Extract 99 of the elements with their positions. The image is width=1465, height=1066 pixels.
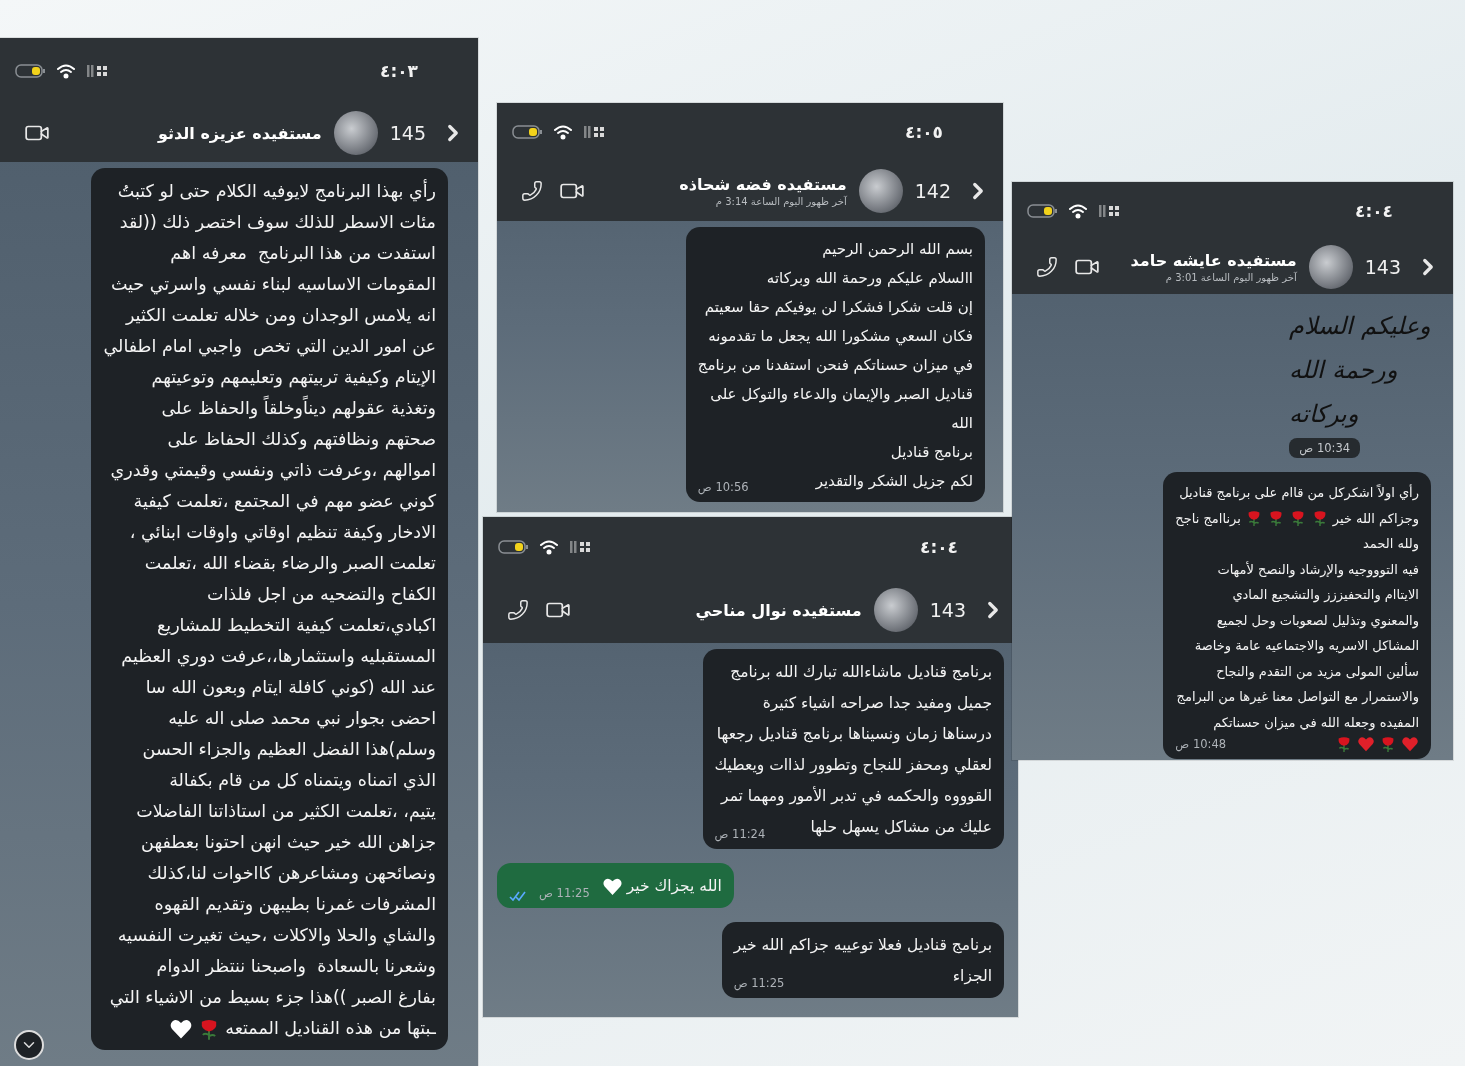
message-text-line: جميل ومفيد جدا صراحه اشياء كثيرة xyxy=(762,693,992,715)
message-text-line: مئات الاسطر للذلك سوف اختصر ذلك ((لقد xyxy=(119,211,436,234)
message-text-line: المستقبليه واستثمارها،،عرفت دوري العظيم xyxy=(121,645,436,669)
message-text-line: كوني عضو مهم في المجتمع ،تعلمت كيفية xyxy=(133,490,436,514)
message-text-line: وسلم)هذا الفضل العظيم والجزاء الحسن xyxy=(142,738,436,762)
message-text-line: تعلمت الصبر والرضاء بقضاء الله ،تعلمت xyxy=(144,552,436,576)
phone-icon xyxy=(507,599,529,621)
message-text-line: إن قلت شكرا فشكرا لن يوفيكم حقا سعيتم xyxy=(704,297,973,318)
message-text-line: ولله الحمد xyxy=(1363,535,1419,554)
message-text-line: سألين المولى مزيد من التقدم والنجاح xyxy=(1216,661,1419,682)
status-time: ٤:٠٣ xyxy=(380,61,418,81)
message-text-line: عن امور الدين التي تخص واجبي امام اطفالي xyxy=(103,335,436,359)
message-text-line: لكم جزيل الشكر والتقدير xyxy=(815,471,973,492)
sticker-text: وعليكم السلام xyxy=(1289,311,1431,342)
message-text-line: المشاكل الاسريه والاجتماعيه عامة وخاصة xyxy=(1194,637,1419,656)
message-text-line: الكفاح والتضحيه من اجل فلذات xyxy=(207,583,436,607)
message-text-line: االسلام عليكم ورحمة الله وبركاته xyxy=(766,268,973,289)
message-time: 11:25 ص xyxy=(539,885,590,902)
message-text-line: درسناها زمان ونسيناها برنامج قناديل رجعها xyxy=(716,724,992,746)
message-text-line: اكبادي،تعلمت كيفية التخطيط للمشاريع xyxy=(157,614,436,638)
message-text-line: والشاي والحلا والاكلات ،حيث تغيرت النفسيه xyxy=(117,924,436,948)
phone-call-button[interactable] xyxy=(1034,254,1060,280)
contact-name: مستفيده عزيزه الدثو xyxy=(158,123,322,143)
message-time: 10:48 ص xyxy=(1175,736,1227,753)
message-time: 10:34 ص xyxy=(1289,438,1361,458)
contact-name: مستفيده عايشه حامد xyxy=(1130,251,1297,270)
avatar-image xyxy=(1308,245,1353,289)
status-time: ٤:٠٥ xyxy=(905,122,943,142)
message-text-line: صحتهم ونظافتهم وكذلك الحفاظ على xyxy=(167,428,436,452)
wifi-icon xyxy=(553,124,573,140)
message-text-line: جزاهن الله خير حيث انهن احتونا بعطفهن xyxy=(141,831,436,855)
message-text-line: فكان السعي مشكورا الله يجعل ما تقدمونه xyxy=(708,326,973,348)
message-text-line: القوووه والحكمه في تدبر الأمور ومهما تمر xyxy=(721,785,992,808)
message-text-line: الذي اتمناه ويتمناه كل من قام بكفالة xyxy=(169,769,436,793)
message-text-line: عند الله (كوني كافلة ايتام وبعون الله سا xyxy=(145,676,436,700)
message-text-line: عليك من مشاكل يسهل حلها xyxy=(810,817,992,839)
message-text-line: فيه التوووجيه والإرشاد والنصح لأمهات xyxy=(1217,560,1419,580)
status-time: ٤:٠٤ xyxy=(920,537,958,557)
message-text-line: رأي اولاً اشكركل من قاام على برنامج قناديل xyxy=(1179,483,1419,503)
message-text-line: انه يلامس الوجدان ومن خلاله تعلمت الكثير xyxy=(125,304,436,328)
wifi-icon xyxy=(56,63,76,79)
message-text-line: رأي بهذا البرنامج لايوفيه الكلام حتى لو كتبتُ xyxy=(117,178,436,204)
status-time: ٤:٠٤ xyxy=(1355,201,1393,221)
message-text-line: يتيم، ،تعلمت الكثير من استاذاتنا الفاضلات xyxy=(136,800,436,824)
message-text-line: لعقلي ومحفز للنجاح وتطوور لذاات ويعطيك xyxy=(714,755,992,777)
message-text-line: والاستمرار مع التواصل معنا غيرها من البرامج xyxy=(1176,688,1419,707)
avatar-image xyxy=(333,111,378,155)
message-text-line: وشعرنا بالسعادة واصبحنا ننتظر الدوام xyxy=(156,955,436,979)
message-text-line: الله يجزاك خير xyxy=(626,876,722,897)
unread-count: 142 xyxy=(914,180,951,202)
message-text-line: برنامج قناديل ماشاءالله تبارك الله برنامج xyxy=(730,662,992,683)
avatar-image xyxy=(858,169,903,213)
unread-count: 143 xyxy=(929,599,966,621)
message-text-line: ـبتها من هذه القناديل الممتعه xyxy=(225,1017,436,1041)
phone-call-button[interactable] xyxy=(505,597,531,623)
battery-icon xyxy=(14,63,46,79)
battery-icon xyxy=(497,539,529,555)
sticker-text: وبركاته xyxy=(1289,399,1360,430)
phone-icon xyxy=(1036,256,1058,278)
wifi-icon xyxy=(539,539,559,555)
message-text-line: الإيتام وكيفية تربيتهم وتعليمهم وتوعيتهم xyxy=(151,366,436,390)
message-text-line: في ميزان حسناتكم فنحن استفدنا من برنامج xyxy=(697,355,973,377)
unread-count: 145 xyxy=(389,122,426,144)
message-text-line: الجزاء xyxy=(952,966,992,987)
battery-icon xyxy=(1026,203,1058,219)
message-text-line: المشرفات غمرنا بطيبهن وتقديم القهوه xyxy=(154,893,436,917)
contact-name: مستفيده نوال مناحي xyxy=(695,600,862,620)
message-text-line: برنامج قناديل xyxy=(890,442,973,463)
scroll-down-button[interactable] xyxy=(14,1030,44,1060)
avatar-image xyxy=(873,588,918,632)
message-text-line: قناديل الصبر والإيمان والدعاء والتوكل على xyxy=(710,384,973,405)
last-seen-text: آخر ظهور اليوم الساعة 3:01 م xyxy=(1164,272,1297,283)
message-text-line: المفيده وجعله الله في ميزان حسناتكم xyxy=(1213,713,1419,733)
message-time: 11:24 ص xyxy=(714,826,766,843)
message-text-line: برناامج ناجح xyxy=(1175,509,1241,528)
last-seen-text: آخر ظهور اليوم الساعة 3:14 م xyxy=(714,196,847,207)
message-text-line: ونصائحهن ومشاعرهن كااخوات لنا،كذلك xyxy=(147,862,436,886)
battery-icon xyxy=(511,124,543,140)
message-text-line: الله xyxy=(951,413,973,434)
message-text-line: المقومات الاساسيه لبناء نفسي واسرتي حيث xyxy=(110,273,436,297)
sticker-text: ورحمة الله xyxy=(1289,355,1398,386)
message-text-line: بسم الله الرحمن الرحيم xyxy=(822,239,973,260)
message-time: 11:25 ص xyxy=(733,975,785,992)
message-text-line: والمعنوي وتذليل لصعوبات وحل لجميع xyxy=(1216,611,1419,631)
phone-icon xyxy=(521,180,543,202)
unread-count: 143 xyxy=(1364,256,1401,278)
message-text-line: الادخار وكيفة تنظيم اوقاتي واوقات ابنائي ، xyxy=(129,521,436,545)
contact-name: مستفيده فضه شحاذه xyxy=(679,175,847,194)
message-text-line: الايتاام والتحفيززز والتشجيع المادي xyxy=(1232,586,1419,605)
message-text-line: بفارغ الصبر ))هذا جزء بسيط من الاشياء التي xyxy=(109,986,436,1010)
message-text-line: وجزاكم الله خير xyxy=(1332,509,1419,529)
message-text-line: اموالهم ،وعرفت ذاتي ونفسي وقيمتي وقدري xyxy=(110,459,436,483)
wifi-icon xyxy=(1068,203,1088,219)
message-text-line: احضى بجوار نبي محمد صلى اله عليه xyxy=(168,707,436,731)
message-text-line: برنامج قناديل فعلا توعييه جزاكم الله خير xyxy=(733,935,992,956)
message-text-line: وتغذية عقولهم ديناًوخلقاً والحفاظ على xyxy=(161,393,436,424)
message-time: 10:56 ص xyxy=(697,479,749,496)
message-text-line: استفدت من هذا البرنامج معرفه اهم xyxy=(170,242,436,266)
phone-call-button[interactable] xyxy=(519,178,545,204)
